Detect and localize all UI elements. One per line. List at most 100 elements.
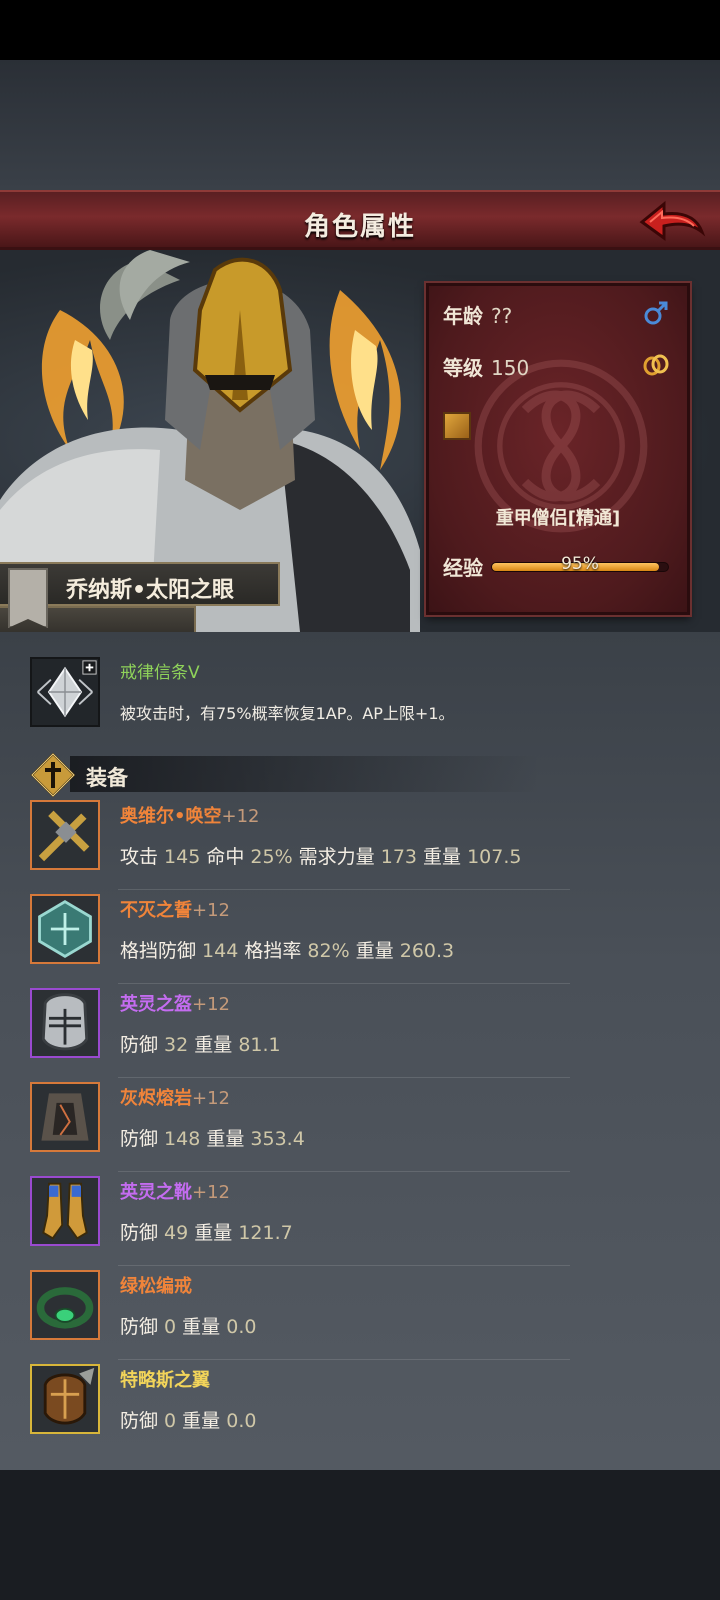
equipment-item-name-text: 特略斯之翼: [120, 1370, 210, 1391]
level-value: 150: [491, 356, 530, 380]
stat-label: 攻击: [120, 846, 165, 868]
age-value: ??: [491, 304, 513, 328]
equipment-item[interactable]: 英灵之靴+12 防御 49 重量 121.7: [0, 1172, 720, 1266]
stat-label: 重量: [417, 846, 468, 868]
stat-label: 格挡防御: [120, 940, 203, 962]
character-name: 乔纳斯•太阳之眼: [66, 578, 235, 603]
equipment-item-name: 不灭之誓+12: [120, 896, 230, 922]
level-row: 等级 150: [443, 352, 529, 381]
equipment-item-enhancement: +12: [192, 1182, 230, 1203]
stat-label: 命中: [200, 846, 251, 868]
stat-value: 81.1: [238, 1034, 281, 1056]
stat-label: 重量: [176, 1316, 227, 1338]
equipment-item-name: 英灵之靴+12: [120, 1178, 230, 1204]
level-label: 等级: [443, 356, 483, 380]
skill-description: 被攻击时，有75%概率恢复1AP。AP上限+1。: [120, 704, 455, 723]
equipment-item-stats: 攻击 145 命中 25% 需求力量 173 重量 107.5: [120, 842, 522, 869]
skill-name: 戒律信条V: [120, 663, 200, 683]
equipment-item-name: 绿松编戒: [120, 1272, 192, 1298]
equipment-item-stats: 防御 49 重量 121.7: [120, 1218, 293, 1245]
equipment-item[interactable]: 英灵之盔+12 防御 32 重量 81.1: [0, 984, 720, 1078]
male-gender-icon: [644, 301, 668, 325]
title-bar: 角色属性: [0, 190, 720, 250]
stat-value: 148: [164, 1128, 201, 1150]
stat-value: 0.0: [226, 1410, 257, 1432]
equipment-item-stats: 防御 0 重量 0.0: [120, 1312, 256, 1339]
equipment-item-icon[interactable]: [30, 800, 100, 870]
stat-label: 重量: [349, 940, 400, 962]
stat-value: 107.5: [467, 846, 522, 868]
stat-value: 260.3: [399, 940, 455, 962]
class-name: 重甲僧侣[精通]: [495, 508, 621, 529]
equipment-item-enhancement: +12: [192, 994, 230, 1015]
stat-label: 重量: [200, 1128, 251, 1150]
stat-value: 32: [164, 1034, 189, 1056]
equipment-item-enhancement: +12: [192, 900, 230, 921]
age-label: 年龄: [443, 304, 483, 328]
stat-value: 121.7: [238, 1222, 293, 1244]
equipment-item-icon[interactable]: [30, 894, 100, 964]
equipment-item-name: 灰烬熔岩+12: [120, 1084, 230, 1110]
equipment-item-name: 奥维尔•唤空+12: [120, 802, 260, 828]
equipment-item-enhancement: +12: [221, 806, 260, 827]
exp-label: 经验: [443, 556, 483, 580]
equipment-item-stats: 格挡防御 144 格挡率 82% 重量 260.3: [120, 936, 454, 963]
stat-label: 格挡率: [238, 940, 308, 962]
age-row: 年龄??: [443, 300, 512, 329]
stat-value: 49: [164, 1222, 189, 1244]
stat-label: 重量: [176, 1410, 227, 1432]
class-badge-icon[interactable]: [443, 412, 471, 440]
equipment-item[interactable]: 奥维尔•唤空+12 攻击 145 命中 25% 需求力量 173 重量 107.5: [0, 796, 720, 890]
equipment-item[interactable]: 特略斯之翼防御 0 重量 0.0: [0, 1360, 720, 1454]
skill-crystal-icon[interactable]: [30, 657, 100, 727]
back-arrow-icon[interactable]: [638, 198, 706, 244]
equipment-item-name-text: 绿松编戒: [120, 1276, 192, 1297]
exp-percent-text: 95%: [561, 554, 599, 574]
banner-icon: [8, 568, 48, 628]
equipment-item-icon[interactable]: [30, 988, 100, 1058]
equipment-item-stats: 防御 32 重量 81.1: [120, 1030, 281, 1057]
equipment-item-name: 英灵之盔+12: [120, 990, 230, 1016]
stat-label: 需求力量: [292, 846, 381, 868]
bottom-area: [0, 1470, 720, 1600]
equipment-item-icon[interactable]: [30, 1270, 100, 1340]
stat-label: 重量: [188, 1034, 239, 1056]
stat-label: 防御: [120, 1316, 165, 1338]
stat-value: 145: [164, 846, 201, 868]
stat-value: 0: [164, 1316, 177, 1338]
equipment-item-name: 特略斯之翼: [120, 1366, 210, 1392]
equipment-item-name-text: 英灵之靴: [120, 1182, 192, 1203]
stat-value: 353.4: [250, 1128, 305, 1150]
stats-panel: 年龄?? 等级 150 重甲僧侣[精通] 经验 95%: [426, 283, 690, 615]
equipment-item[interactable]: 灰烬熔岩+12 防御 148 重量 353.4: [0, 1078, 720, 1172]
rings-icon: [643, 354, 669, 376]
stat-value: 0.0: [226, 1316, 257, 1338]
equipment-item-stats: 防御 148 重量 353.4: [120, 1124, 305, 1151]
equipment-item[interactable]: 绿松编戒防御 0 重量 0.0: [0, 1266, 720, 1360]
equipment-item[interactable]: 不灭之誓+12 格挡防御 144 格挡率 82% 重量 260.3: [0, 890, 720, 984]
equipment-item-name-text: 不灭之誓: [120, 900, 192, 921]
equipment-section-header: 装备: [30, 752, 540, 798]
stat-value: 144: [202, 940, 239, 962]
page-title: 角色属性: [303, 212, 416, 242]
equipment-item-stats: 防御 0 重量 0.0: [120, 1406, 256, 1433]
equipment-section-title: 装备: [86, 766, 128, 790]
stat-label: 防御: [120, 1034, 165, 1056]
backdrop: [0, 60, 720, 190]
equipment-item-name-text: 英灵之盔: [120, 994, 192, 1015]
status-bar: [0, 0, 720, 60]
cross-diamond-icon: [30, 752, 76, 798]
stat-label: 重量: [188, 1222, 239, 1244]
equipment-item-icon[interactable]: [30, 1364, 100, 1434]
stat-value: 0: [164, 1410, 177, 1432]
equipment-item-enhancement: +12: [192, 1088, 230, 1109]
stat-value: 82%: [307, 940, 350, 962]
equipment-item-name-text: 灰烬熔岩: [120, 1088, 192, 1109]
stat-label: 防御: [120, 1222, 165, 1244]
equipment-item-icon[interactable]: [30, 1176, 100, 1246]
stat-label: 防御: [120, 1410, 165, 1432]
equipment-item-icon[interactable]: [30, 1082, 100, 1152]
stat-label: 防御: [120, 1128, 165, 1150]
equipment-item-name-text: 奥维尔•唤空: [120, 806, 222, 827]
stat-value: 25%: [250, 846, 293, 868]
